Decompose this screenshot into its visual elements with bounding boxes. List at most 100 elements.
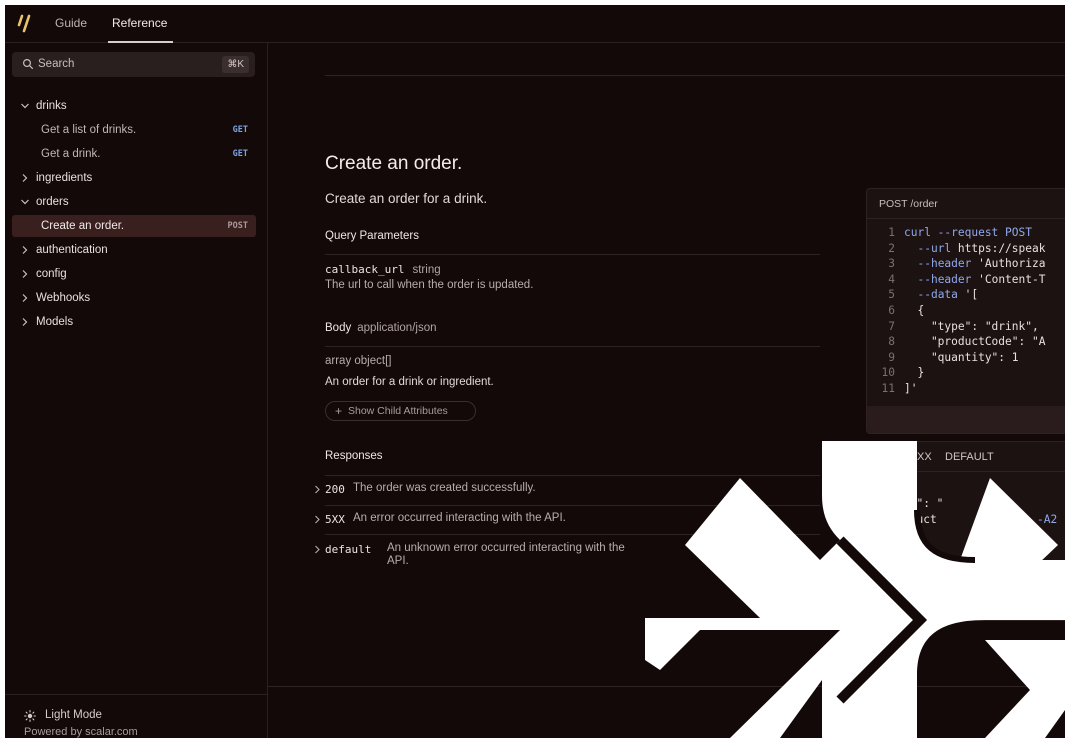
plus-icon: +	[335, 404, 343, 418]
line-number: 2	[888, 241, 895, 255]
code-keyword: --header	[917, 257, 972, 271]
body-heading: Body application/json	[325, 322, 437, 334]
sidebar-item-ingredients[interactable]: ingredients	[5, 167, 268, 189]
chevron-right-icon	[22, 318, 28, 326]
line-number: 10	[881, 366, 895, 380]
response-tab-default[interactable]: DEFAULT	[945, 451, 994, 463]
response-description: An unknown error occurred interacting wi…	[387, 542, 625, 568]
response-panel-header: XX DEFAULT	[867, 442, 1065, 472]
code-line: 7 "type": "drink",	[867, 319, 1038, 336]
code-keyword: curl --request POST	[904, 226, 1032, 239]
chevron-right-icon	[315, 545, 320, 554]
chevron-down-icon	[21, 103, 29, 109]
response-tab-5xx[interactable]: XX	[917, 451, 932, 463]
line-number: 11	[881, 382, 895, 395]
response-code-line: oduct	[903, 513, 937, 526]
sidebar-item-label: Models	[36, 316, 74, 328]
code-line: 2 --url https://speak	[867, 242, 1045, 258]
sidebar-item-label: authentication	[36, 244, 108, 256]
scalar-logo-icon[interactable]	[17, 14, 35, 34]
code-line: 5 --data '[	[867, 288, 978, 304]
body-type: array object[]	[325, 355, 392, 367]
search-shortcut: ⌘K	[222, 56, 249, 73]
method-badge: GET	[232, 125, 248, 135]
sidebar-item-models[interactable]: Models	[5, 311, 268, 333]
code-line: 3 --header 'Authoriza	[867, 257, 1045, 273]
response-code-line: pe": "	[903, 497, 944, 510]
sidebar-item-create-order[interactable]: Create an order. POST	[12, 215, 256, 237]
line-number: 6	[888, 304, 895, 317]
response-5xx[interactable]: 5XX An error occurred interacting with t…	[313, 505, 820, 535]
sidebar-item-authentication[interactable]: authentication	[5, 239, 268, 261]
chevron-right-icon	[22, 270, 28, 278]
sidebar: Search ⌘K drinks Get a list of drinks. G…	[5, 43, 268, 738]
sun-icon	[24, 710, 36, 722]
sidebar-item-get-drinks[interactable]: Get a list of drinks. GET	[12, 119, 256, 141]
response-description: The order was created successfully.	[353, 482, 536, 494]
sidebar-item-label: orders	[36, 196, 69, 208]
response-code: default	[325, 543, 372, 556]
param-description: The url to call when the order is update…	[325, 279, 534, 291]
response-description-line: An unknown error occurred interacting wi…	[387, 542, 625, 554]
code-line: 9 "quantity": 1	[867, 351, 1018, 367]
line-number: 4	[888, 272, 895, 286]
response-code: 5XX	[325, 513, 345, 526]
code-sample-panel: POST /order 1 curl --request POST 2 --url …	[866, 188, 1065, 434]
body-title: Body	[325, 322, 352, 334]
response-footer-text: successfull	[1003, 589, 1055, 601]
chevron-down-icon	[21, 199, 29, 205]
sidebar-item-config[interactable]: config	[5, 263, 268, 285]
code-line: 8 "productCode": "A	[867, 335, 1045, 351]
code-line: 11]'	[867, 382, 918, 398]
response-description: An error occurred interacting with the A…	[353, 512, 566, 524]
chevron-right-icon	[315, 485, 320, 494]
code-line: 10 }	[867, 366, 925, 382]
code-line: 4 --header 'Content-T	[867, 273, 1045, 289]
code-line: 6 {	[867, 304, 924, 320]
sidebar-item-webhooks[interactable]: Webhooks	[5, 287, 268, 309]
divider	[325, 75, 1065, 76]
sidebar-item-label: config	[36, 268, 67, 280]
response-code: 200	[325, 483, 345, 496]
sidebar-item-label: Get a drink.	[41, 148, 101, 160]
chevron-right-icon	[22, 174, 28, 182]
response-panel-footer: Th successfull	[867, 579, 1065, 609]
page-description: Create an order for a drink.	[325, 191, 488, 206]
response-description-line: API.	[387, 555, 409, 567]
response-footer-prefix: Th	[877, 589, 890, 601]
divider	[268, 686, 1065, 687]
sidebar-item-get-drink[interactable]: Get a drink. GET	[12, 143, 256, 165]
powered-by-link[interactable]: Powered by scalar.com	[24, 726, 138, 738]
code-panel-title: POST /order	[879, 198, 938, 210]
tab-reference[interactable]: Reference	[112, 16, 167, 30]
tab-guide[interactable]: Guide	[55, 16, 87, 30]
search-placeholder: Search	[38, 58, 75, 70]
chevron-right-icon	[22, 294, 28, 302]
sidebar-item-drinks[interactable]: drinks	[5, 95, 268, 117]
light-mode-toggle[interactable]: Light Mode	[45, 709, 102, 721]
code-keyword: --data	[917, 288, 958, 302]
param-name: callback_url	[325, 263, 405, 276]
body-content-type: application/json	[357, 322, 437, 334]
param-callback-url: callback_url string	[325, 263, 441, 276]
response-default[interactable]: default An unknown error occurred intera…	[313, 535, 820, 568]
query-parameters-heading: Query Parameters	[325, 230, 419, 242]
button-label: Show Child Attributes	[348, 405, 448, 417]
body-description: An order for a drink or ingredient.	[325, 376, 494, 388]
sidebar-item-orders[interactable]: orders	[5, 191, 268, 213]
code-panel-footer	[867, 406, 1065, 433]
code-line: 1 curl --request POST	[867, 226, 1032, 242]
response-code-fragment: -A2	[1037, 513, 1058, 526]
response-200[interactable]: 200 The order was created successfully.	[313, 475, 820, 505]
main-content: Create an order. Create an order for a d…	[268, 43, 1065, 738]
search-input[interactable]: Search ⌘K	[12, 52, 255, 77]
code-keyword: --header	[917, 272, 972, 286]
method-badge: POST	[227, 221, 248, 231]
method-badge: GET	[232, 149, 248, 159]
sidebar-item-label: Get a list of drinks.	[41, 124, 137, 136]
show-child-attributes-button[interactable]: + Show Child Attributes	[325, 401, 476, 421]
app-window: Guide Reference Search ⌘K drinks Get a l…	[5, 5, 1065, 738]
divider	[325, 254, 820, 255]
line-number: 7	[888, 319, 895, 333]
response-example-panel: XX DEFAULT pe": " oduct -A2 ant Th succe…	[866, 441, 1065, 621]
